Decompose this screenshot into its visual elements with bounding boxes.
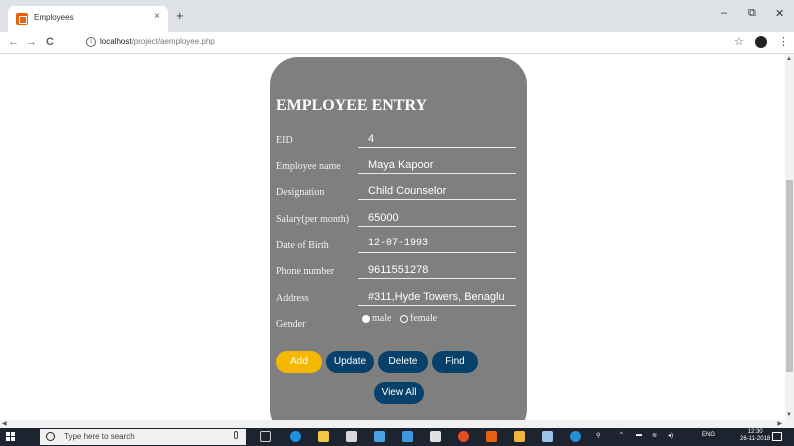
eid-label: EID — [276, 135, 293, 146]
dropbox-icon[interactable] — [374, 431, 385, 442]
phone-input[interactable] — [358, 261, 516, 279]
info-icon[interactable]: i — [86, 37, 96, 47]
reload-button[interactable]: C — [46, 36, 54, 48]
scroll-down-icon[interactable]: ▼ — [786, 412, 792, 418]
taskbar-clock[interactable]: 12:30 26-11-2018 — [740, 429, 770, 443]
gender-label: Gender — [276, 319, 306, 330]
chrome-icon[interactable] — [458, 431, 469, 442]
eid-input[interactable] — [358, 130, 516, 148]
clock-date: 26-11-2018 — [740, 436, 771, 442]
update-button[interactable]: Update — [326, 351, 374, 373]
notification-icon[interactable] — [772, 432, 782, 441]
phone-label: Phone number — [276, 266, 335, 277]
vertical-scrollbar[interactable]: ▲ ▼ — [785, 54, 794, 420]
add-button[interactable]: Add — [276, 351, 322, 373]
network-icon[interactable]: ▬ — [636, 432, 642, 438]
profile-avatar[interactable] — [755, 36, 767, 48]
dob-label: Date of Birth — [276, 240, 329, 251]
xampp-icon[interactable] — [486, 431, 497, 442]
taskbar-search-box[interactable]: Type here to search — [40, 429, 246, 445]
tab-title: Employees — [34, 13, 74, 22]
horizontal-scrollbar[interactable]: ◀ ▶ — [0, 420, 794, 428]
minimize-button[interactable]: – — [721, 7, 727, 19]
gender-female-label: female — [410, 313, 438, 324]
employee-name-label: Employee name — [276, 161, 341, 172]
tray-chevron-icon[interactable]: ^ — [620, 432, 623, 438]
windows-taskbar: Type here to search ⚲ ^ ▬ ≋ ◂) ENG 12:30… — [0, 428, 794, 446]
view-all-button[interactable]: View All — [374, 382, 424, 404]
clock-time: 12:30 — [747, 429, 763, 435]
tab-employees[interactable]: Employees × — [8, 6, 168, 32]
people-icon[interactable]: ⚲ — [596, 432, 600, 439]
paint-icon[interactable] — [542, 431, 553, 442]
app-icon[interactable] — [570, 431, 581, 442]
designation-input[interactable] — [358, 182, 516, 200]
mail-icon[interactable] — [430, 431, 441, 442]
close-window-button[interactable]: ✕ — [775, 7, 784, 20]
tab-close-icon[interactable]: × — [154, 11, 160, 22]
windows-start-icon[interactable] — [6, 432, 16, 442]
store-icon[interactable] — [346, 431, 357, 442]
scroll-up-icon[interactable]: ▲ — [786, 56, 792, 62]
menu-icon[interactable]: ⋮ — [778, 35, 789, 48]
microphone-icon[interactable] — [234, 431, 238, 439]
new-tab-button[interactable]: + — [176, 8, 184, 23]
url-path: /project/aemployee.php — [131, 37, 215, 46]
browser-tab-strip: Employees × + – ⧉ ✕ — [0, 0, 794, 32]
url-host: localhost — [100, 37, 132, 46]
gender-male-radio[interactable] — [362, 315, 370, 323]
scroll-left-icon[interactable]: ◀ — [2, 420, 7, 427]
salary-label: Salary(per month) — [276, 214, 350, 225]
back-button[interactable]: ← — [8, 36, 19, 48]
designation-label: Designation — [276, 187, 325, 198]
salary-input[interactable] — [358, 209, 516, 227]
delete-button[interactable]: Delete — [378, 351, 428, 373]
scroll-right-icon[interactable]: ▶ — [777, 420, 782, 427]
employee-name-input[interactable] — [358, 156, 516, 174]
gender-male-label: male — [372, 313, 392, 324]
edge-browser-icon[interactable] — [290, 431, 301, 442]
vertical-scroll-thumb[interactable] — [786, 180, 793, 372]
sublime-icon[interactable] — [514, 431, 525, 442]
favicon-icon — [16, 13, 28, 25]
bookmark-star-icon[interactable]: ☆ — [734, 35, 744, 48]
form-title: EMPLOYEE ENTRY — [276, 97, 428, 114]
address-label: Address — [276, 293, 309, 304]
file-explorer-icon[interactable] — [318, 431, 329, 442]
volume-icon[interactable]: ◂) — [668, 432, 673, 439]
page-viewport: EMPLOYEE ENTRY EID Employee name Designa… — [0, 54, 785, 420]
dob-input[interactable] — [358, 235, 516, 253]
gender-female-radio[interactable] — [400, 315, 408, 323]
vscode-icon[interactable] — [402, 431, 413, 442]
forward-button[interactable]: → — [26, 36, 37, 48]
find-button[interactable]: Find — [432, 351, 478, 373]
taskbar-search-placeholder: Type here to search — [64, 432, 135, 441]
language-indicator[interactable]: ENG — [702, 432, 715, 438]
address-input[interactable] — [358, 288, 516, 306]
task-view-icon[interactable] — [260, 431, 271, 442]
maximize-button[interactable]: ⧉ — [748, 7, 756, 20]
cortana-icon — [46, 432, 55, 441]
wifi-icon[interactable]: ≋ — [652, 432, 657, 439]
browser-toolbar: ← → C i localhost/project/aemployee.php … — [0, 32, 794, 54]
employee-entry-form: EMPLOYEE ENTRY EID Employee name Designa… — [270, 57, 527, 420]
address-bar[interactable]: localhost/project/aemployee.php — [100, 37, 215, 46]
